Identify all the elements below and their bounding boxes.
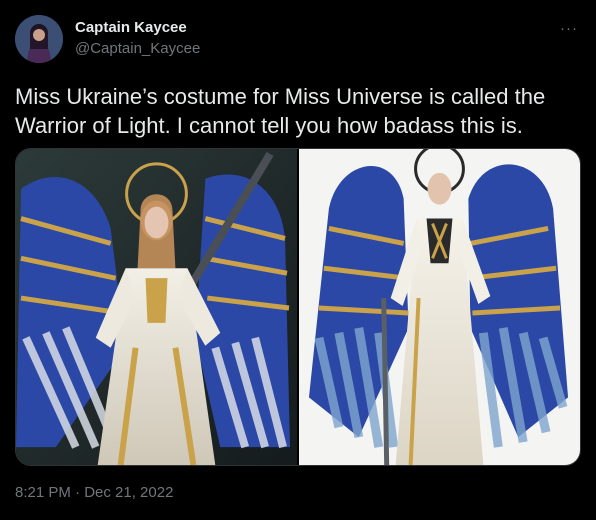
author-handle[interactable]: @Captain_Kaycee	[75, 40, 200, 57]
tweet-photo-2[interactable]	[299, 149, 580, 465]
tweet-text: Miss Ukraine’s costume for Miss Universe…	[15, 84, 546, 138]
author-display-name[interactable]: Captain Kaycee	[75, 19, 187, 36]
tweet-card[interactable]: Captain Kaycee @Captain_Kaycee ··· Miss …	[0, 0, 596, 520]
more-options-button[interactable]: ···	[552, 14, 586, 42]
tweet-timestamp[interactable]: 8:21 PM · Dec 21, 2022	[15, 484, 173, 501]
tweet-media-grid[interactable]	[15, 148, 581, 466]
more-horizontal-icon: ···	[560, 19, 578, 37]
author-avatar[interactable]	[15, 15, 63, 63]
tweet-photo-1[interactable]	[16, 149, 297, 465]
